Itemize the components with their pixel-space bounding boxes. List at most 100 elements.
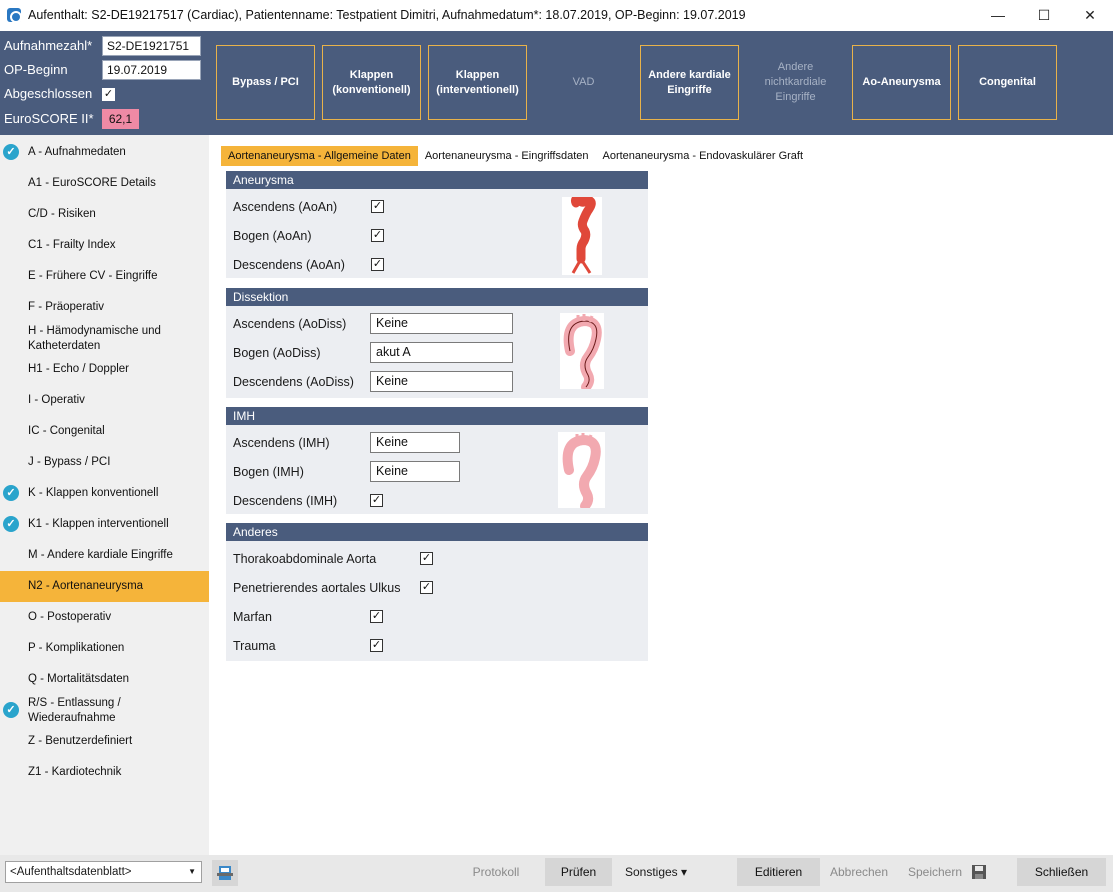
bogen-aoan-checkbox[interactable]: ✓ bbox=[371, 229, 384, 242]
sidebar-item-label: P - Komplikationen bbox=[28, 642, 125, 654]
nav-tile-label: Ao-Aneurysma bbox=[862, 76, 941, 88]
nav-tile-ao-aneurysma[interactable]: Ao-Aneurysma bbox=[852, 45, 951, 120]
sidebar-item[interactable]: H1 - Echo / Doppler bbox=[0, 354, 209, 385]
nav-tile-klappen-konventionell[interactable]: Klappen (konventionell) bbox=[322, 45, 421, 120]
sidebar-item[interactable]: ✓ K1 - Klappen interventionell bbox=[0, 509, 209, 540]
sidebar-item-label: A1 - EuroSCORE Details bbox=[28, 177, 156, 189]
row-label: Descendens (IMH) bbox=[233, 494, 338, 508]
abgeschlossen-checkbox[interactable]: ✓ bbox=[102, 88, 115, 101]
nav-tile-congenital[interactable]: Congenital bbox=[958, 45, 1057, 120]
ascendens-imh-field[interactable]: Keine bbox=[370, 432, 460, 453]
aufnahmezahl-label: Aufnahmezahl* bbox=[4, 38, 93, 53]
euroscore-label: EuroSCORE II* bbox=[4, 111, 94, 126]
sidebar-item[interactable]: P - Komplikationen bbox=[0, 633, 209, 664]
sidebar-item[interactable]: ✓ K - Klappen konventionell bbox=[0, 478, 209, 509]
protokoll-button[interactable]: Protokoll bbox=[466, 858, 526, 886]
maximize-icon: ☐ bbox=[1037, 7, 1051, 23]
nav-tile-klappen-interventionell[interactable]: Klappen (interventionell) bbox=[428, 45, 527, 120]
sidebar-item[interactable]: H - Hämodynamische und Katheterdaten bbox=[0, 323, 209, 354]
group-title: Aneurysma bbox=[226, 171, 648, 189]
sidebar-item[interactable]: J - Bypass / PCI bbox=[0, 447, 209, 478]
sidebar-item[interactable]: A1 - EuroSCORE Details bbox=[0, 168, 209, 199]
sidebar-item[interactable]: Z1 - Kardiotechnik bbox=[0, 757, 209, 788]
trauma-checkbox[interactable]: ✓ bbox=[370, 639, 383, 652]
completed-check-icon: ✓ bbox=[3, 702, 19, 718]
sidebar-item-label: C1 - Frailty Index bbox=[28, 239, 116, 251]
pruefen-button[interactable]: Prüfen bbox=[545, 858, 612, 886]
abbrechen-button: Abbrechen bbox=[829, 865, 889, 879]
editieren-button[interactable]: Editieren bbox=[737, 858, 820, 886]
group-title: Anderes bbox=[226, 523, 648, 541]
sidebar-item[interactable]: C1 - Frailty Index bbox=[0, 230, 209, 261]
penetrierendes-ulkus-checkbox[interactable]: ✓ bbox=[420, 581, 433, 594]
sidebar-item-label: K - Klappen konventionell bbox=[28, 487, 159, 499]
maximize-button[interactable]: ☐ bbox=[1021, 0, 1067, 31]
close-icon: ✕ bbox=[1084, 7, 1096, 23]
sidebar-item[interactable]: I - Operativ bbox=[0, 385, 209, 416]
sidebar-item-label: F - Präoperativ bbox=[28, 301, 105, 313]
bogen-imh-field[interactable]: Keine bbox=[370, 461, 460, 482]
ascendens-aodiss-field[interactable]: Keine bbox=[370, 313, 513, 334]
sidebar-item-label: A - Aufnahmedaten bbox=[28, 146, 126, 158]
abgeschlossen-label: Abgeschlossen bbox=[4, 86, 93, 101]
nav-tile-bypass-pci[interactable]: Bypass / PCI bbox=[216, 45, 315, 120]
schliessen-button[interactable]: Schließen bbox=[1017, 858, 1106, 886]
nav-tile-label: Bypass / PCI bbox=[232, 76, 299, 88]
tab-eingriffsdaten[interactable]: Aortenaneurysma - Eingriffsdaten bbox=[418, 146, 596, 166]
sidebar-item[interactable]: Q - Mortalitätsdaten bbox=[0, 664, 209, 695]
nav-tile-label: VAD bbox=[572, 76, 595, 88]
sidebar-item-label: Z - Benutzerdefiniert bbox=[28, 735, 133, 747]
group-aneurysma: Aneurysma Ascendens (AoAn) ✓ Bogen (AoAn… bbox=[226, 171, 648, 278]
marfan-checkbox[interactable]: ✓ bbox=[370, 610, 383, 623]
row-label: Bogen (IMH) bbox=[233, 465, 304, 479]
datasheet-icon bbox=[217, 866, 233, 880]
row-label: Thorakoabdominale Aorta bbox=[233, 552, 377, 566]
sonstiges-menu-button[interactable]: Sonstiges ▾ bbox=[618, 858, 694, 886]
sidebar-item-label: IC - Congenital bbox=[28, 425, 105, 437]
sidebar-item[interactable]: F - Präoperativ bbox=[0, 292, 209, 323]
descendens-imh-checkbox[interactable]: ✓ bbox=[370, 494, 383, 507]
bogen-aodiss-field[interactable]: akut A bbox=[370, 342, 513, 363]
ascendens-aoan-checkbox[interactable]: ✓ bbox=[371, 200, 384, 213]
descendens-aoan-checkbox[interactable]: ✓ bbox=[371, 258, 384, 271]
tab-allgemeine-daten[interactable]: Aortenaneurysma - Allgemeine Daten bbox=[221, 146, 418, 166]
row-label: Ascendens (AoAn) bbox=[233, 200, 338, 214]
stay-header: Aufnahmezahl* S2-DE1921751 OP-Beginn 19.… bbox=[0, 31, 1113, 135]
sidebar-item[interactable]: IC - Congenital bbox=[0, 416, 209, 447]
window-title: Aufenthalt: S2-DE19217517 (Cardiac), Pat… bbox=[28, 8, 746, 22]
opbeginn-field[interactable]: 19.07.2019 bbox=[102, 60, 201, 80]
main-content: Aortenaneurysma - Allgemeine Daten Aorte… bbox=[209, 135, 1113, 855]
sidebar-item[interactable]: ✓ R/S - Entlassung / Wiederaufnahme bbox=[0, 695, 209, 726]
chevron-down-icon: ▼ bbox=[188, 867, 196, 876]
sidebar-item[interactable]: N2 - Aortenaneurysma bbox=[0, 571, 209, 602]
tab-endovaskulaerer-graft[interactable]: Aortenaneurysma - Endovaskulärer Graft bbox=[596, 146, 811, 166]
nav-tile-andere-kardiale-eingriffe[interactable]: Andere kardiale Eingriffe bbox=[640, 45, 739, 120]
sidebar-item[interactable]: M - Andere kardiale Eingriffe bbox=[0, 540, 209, 571]
completed-check-icon: ✓ bbox=[3, 516, 19, 532]
row-label: Ascendens (IMH) bbox=[233, 436, 330, 450]
tab-bar: Aortenaneurysma - Allgemeine Daten Aorte… bbox=[221, 146, 810, 166]
sidebar-item-label: K1 - Klappen interventionell bbox=[28, 518, 169, 530]
close-button[interactable]: ✕ bbox=[1067, 0, 1113, 31]
sidebar-item[interactable]: O - Postoperativ bbox=[0, 602, 209, 633]
nav-tile-label: Klappen (interventionell) bbox=[436, 68, 519, 96]
minimize-button[interactable]: — bbox=[975, 0, 1021, 31]
sidebar-item[interactable]: ✓ A - Aufnahmedaten bbox=[0, 137, 209, 168]
view-select[interactable]: <Aufenthaltsdatenblatt> ▼ bbox=[5, 861, 202, 883]
sidebar-item-label: Q - Mortalitätsdaten bbox=[28, 673, 129, 685]
descendens-aodiss-field[interactable]: Keine bbox=[370, 371, 513, 392]
sidebar-item-label: E - Frühere CV - Eingriffe bbox=[28, 270, 158, 282]
aortic-aneurysm-illustration bbox=[562, 197, 602, 275]
save-disk-icon bbox=[972, 865, 986, 879]
sidebar-item[interactable]: Z - Benutzerdefiniert bbox=[0, 726, 209, 757]
row-label: Descendens (AoDiss) bbox=[233, 375, 354, 389]
app-logo-icon bbox=[7, 8, 22, 23]
row-label: Ascendens (AoDiss) bbox=[233, 317, 347, 331]
sidebar-item[interactable]: E - Frühere CV - Eingriffe bbox=[0, 261, 209, 292]
nav-tile-label: Congenital bbox=[979, 76, 1036, 88]
aufnahmezahl-field[interactable]: S2-DE1921751 bbox=[102, 36, 201, 56]
sidebar-item[interactable]: C/D - Risiken bbox=[0, 199, 209, 230]
thorakoabdominale-aorta-checkbox[interactable]: ✓ bbox=[420, 552, 433, 565]
datasheet-button[interactable] bbox=[212, 860, 238, 886]
sidebar-item-label: J - Bypass / PCI bbox=[28, 456, 111, 468]
